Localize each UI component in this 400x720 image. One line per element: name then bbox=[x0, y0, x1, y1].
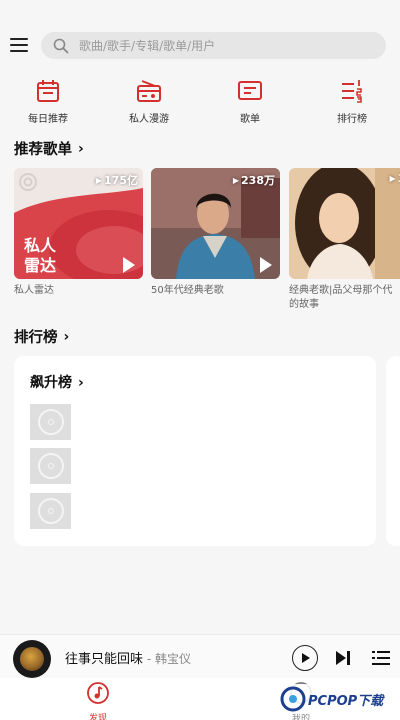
chart-rank-icon bbox=[342, 80, 362, 103]
cover-text-line1: 私人 bbox=[24, 236, 57, 255]
cover-text-line2: 雷达 bbox=[24, 256, 57, 275]
play-small-icon: ▶ bbox=[95, 175, 103, 185]
disc-icon bbox=[37, 498, 64, 524]
playlist-caption: 50年代经典老歌 bbox=[151, 285, 224, 296]
playlist-card[interactable]: 私人 雷达 ▶ 175亿 私人雷达 bbox=[14, 168, 143, 298]
playlist-cover: 私人 雷达 ▶ 175亿 bbox=[14, 168, 143, 279]
search-bar[interactable]: 歌曲/歌手/专辑/歌单/用户 bbox=[41, 32, 386, 59]
rank-song-thumb[interactable] bbox=[30, 448, 71, 484]
quicknav-daily-label: 每日推荐 bbox=[28, 114, 68, 125]
rank-card-rising[interactable]: 飙升榜 › bbox=[14, 356, 376, 546]
rank-song-thumb[interactable] bbox=[30, 404, 71, 440]
recommended-title: 推荐歌单 bbox=[14, 142, 72, 158]
playlist-cover: ▶ 238万 bbox=[151, 168, 280, 279]
rank-card-next[interactable] bbox=[386, 356, 400, 546]
now-playing: 往事只能回味 - 韩宝仪 bbox=[65, 648, 191, 667]
quicknav-rank-label: 排行榜 bbox=[337, 114, 367, 125]
tab-discover-label: 发现 bbox=[88, 714, 107, 720]
play-count: ▶ 238万 bbox=[232, 174, 275, 187]
recommended-header[interactable]: 推荐歌单 › bbox=[14, 138, 84, 159]
mini-player[interactable]: 往事只能回味 - 韩宝仪 bbox=[0, 634, 400, 678]
play-count: ▶ 175亿 bbox=[95, 174, 138, 187]
disc-icon bbox=[37, 409, 64, 435]
next-track-icon[interactable] bbox=[335, 651, 351, 665]
ranking-title: 排行榜 bbox=[14, 330, 58, 346]
music-note-icon bbox=[87, 682, 109, 704]
quicknav-roam-label: 私人漫游 bbox=[129, 114, 169, 125]
pcpop-logo bbox=[280, 686, 306, 712]
quick-nav: 每日推荐 私人漫游 歌单 排行榜 bbox=[0, 78, 400, 128]
play-small-icon: ▶ bbox=[389, 174, 396, 183]
watermark-text: PCPOP下载 bbox=[308, 693, 384, 709]
disc-icon bbox=[37, 453, 64, 479]
top-bar: 歌曲/歌手/专辑/歌单/用户 bbox=[0, 0, 400, 70]
menu-icon[interactable] bbox=[10, 38, 28, 52]
play-pause-button[interactable] bbox=[292, 645, 318, 671]
play-icon[interactable] bbox=[123, 257, 135, 273]
watermark: PCPOP下载 bbox=[276, 684, 388, 714]
album-art[interactable] bbox=[13, 640, 51, 678]
play-icon[interactable] bbox=[260, 257, 272, 273]
quicknav-rank[interactable]: 排行榜 bbox=[317, 78, 387, 125]
play-icon bbox=[302, 653, 310, 663]
radio-icon bbox=[137, 80, 161, 102]
quicknav-playlist[interactable]: 歌单 bbox=[215, 78, 285, 125]
search-placeholder: 歌曲/歌手/专辑/歌单/用户 bbox=[79, 39, 216, 53]
ranking-header[interactable]: 排行榜 › bbox=[14, 326, 69, 347]
quicknav-daily[interactable]: 每日推荐 bbox=[13, 78, 83, 125]
playlist-icon bbox=[238, 81, 262, 100]
playlist-cover: ▶39 bbox=[289, 168, 400, 279]
song-artist: - 韩宝仪 bbox=[143, 652, 191, 666]
chevron-right-icon: › bbox=[78, 375, 84, 391]
playlist-caption: 私人雷达 bbox=[14, 285, 54, 296]
quicknav-playlist-label: 歌单 bbox=[240, 114, 260, 125]
chevron-right-icon: › bbox=[63, 328, 70, 345]
chevron-right-icon: › bbox=[78, 140, 84, 157]
rank-card-title[interactable]: 飙升榜 › bbox=[30, 372, 84, 392]
playlist-caption: 经典老歌|品父母那个代的故事 bbox=[289, 285, 393, 310]
song-title: 往事只能回味 bbox=[65, 652, 144, 667]
playlist-card[interactable]: ▶ 238万 50年代经典老歌 bbox=[151, 168, 280, 298]
woman-photo bbox=[289, 168, 400, 279]
playlist-queue-icon[interactable] bbox=[372, 650, 390, 666]
quicknav-roam[interactable]: 私人漫游 bbox=[114, 78, 184, 125]
playlist-card[interactable]: ▶39 经典老歌|品父母那个代的故事 bbox=[289, 168, 400, 312]
tab-discover[interactable]: 发现 bbox=[68, 682, 128, 720]
rank-song-thumb[interactable] bbox=[30, 493, 71, 529]
search-icon bbox=[53, 38, 69, 53]
play-count: ▶39 bbox=[390, 172, 400, 185]
calendar-icon bbox=[37, 80, 59, 102]
play-small-icon: ▶ bbox=[232, 175, 240, 185]
